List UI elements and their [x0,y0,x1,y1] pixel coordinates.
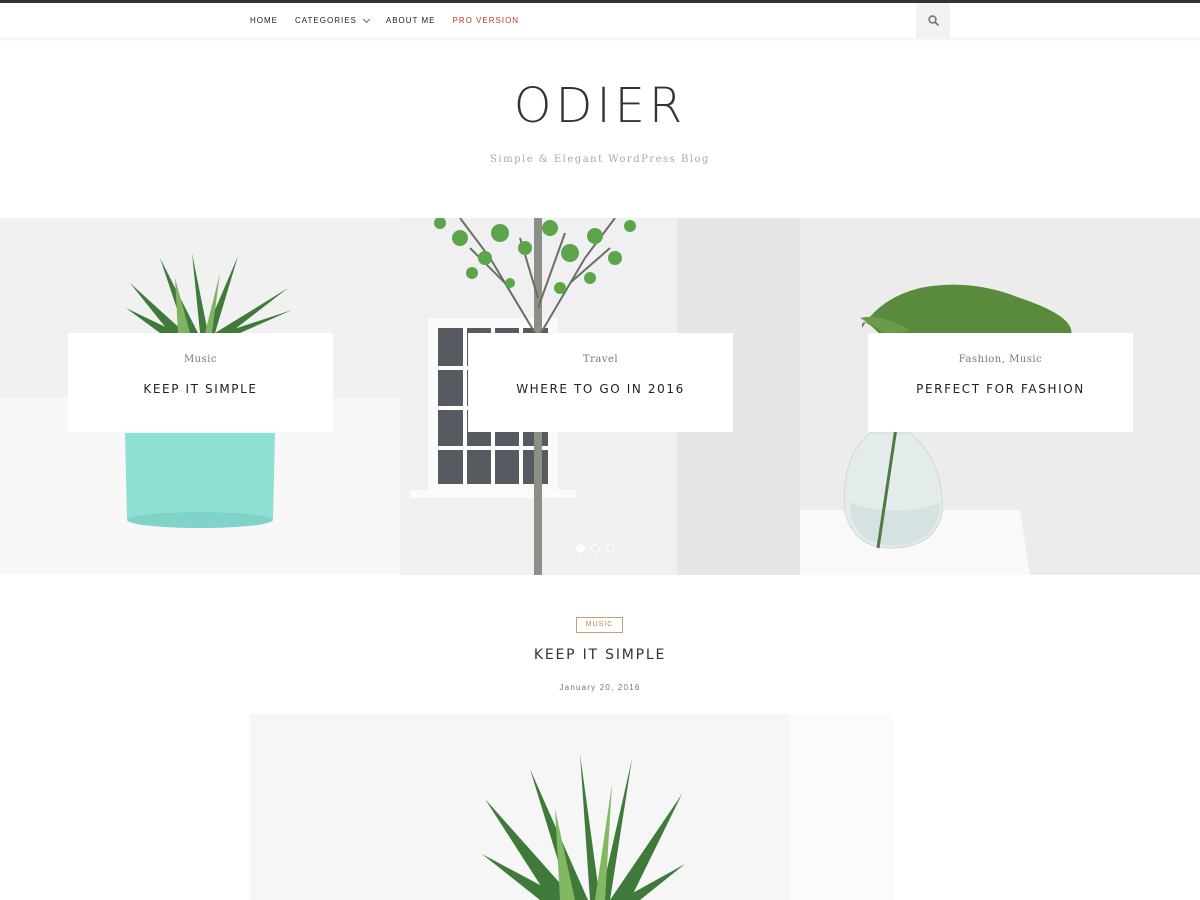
slide-category[interactable]: Music [68,354,333,365]
slide-category[interactable]: Travel [468,354,733,365]
slide-where-to-go[interactable]: Travel WHERE TO GO IN 2016 [400,218,800,575]
site-branding: ODIER [0,78,1200,134]
post-featured-image[interactable] [250,714,894,900]
slider-dot-1[interactable] [576,544,585,553]
main-menu: HOME CATEGORIES ABOUT ME PRO VERSION [250,3,536,38]
slide-title[interactable]: WHERE TO GO IN 2016 [468,382,733,396]
slide-keep-it-simple[interactable]: Music KEEP IT SIMPLE [0,218,400,575]
slide-perfect-for-fashion[interactable]: Fashion, Music PERFECT FOR FASHION [800,218,1200,575]
aloe-plant-image [250,714,894,900]
slider-pagination [576,544,615,553]
nav-item-label: CATEGORIES [295,16,357,25]
post-date: January 20, 2016 [559,683,641,692]
search-button[interactable] [916,3,950,38]
top-navigation-bar: HOME CATEGORIES ABOUT ME PRO VERSION [0,0,1200,38]
slider-dot-2[interactable] [591,544,600,553]
nav-item-pro-version[interactable]: PRO VERSION [453,16,520,25]
nav-item-categories[interactable]: CATEGORIES [295,15,370,25]
nav-item-label: PRO VERSION [452,16,520,25]
slider-dot-3[interactable] [606,544,615,553]
slide-title[interactable]: KEEP IT SIMPLE [68,382,333,396]
slide-card: Travel WHERE TO GO IN 2016 [468,333,733,432]
slide-card: Fashion, Music PERFECT FOR FASHION [868,333,1133,432]
post-title[interactable]: KEEP IT SIMPLE [0,647,1200,663]
slide-category[interactable]: Fashion, Music [868,354,1133,365]
featured-slider: Music KEEP IT SIMPLE Travel WHERE TO GO … [0,218,1200,575]
nav-item-about-me[interactable]: ABOUT ME [386,16,436,25]
chevron-down-icon [362,15,370,23]
site-description: Simple & Elegant WordPress Blog [490,154,710,165]
nav-item-label: HOME [250,16,278,25]
site-title[interactable]: ODIER [0,78,1200,134]
slide-title[interactable]: PERFECT FOR FASHION [868,382,1133,396]
search-icon [927,15,939,26]
nav-item-label: ABOUT ME [385,16,436,25]
slide-card: Music KEEP IT SIMPLE [68,333,333,432]
post-category-badge[interactable]: MUSIC [576,617,623,633]
nav-item-home[interactable]: HOME [250,16,278,25]
